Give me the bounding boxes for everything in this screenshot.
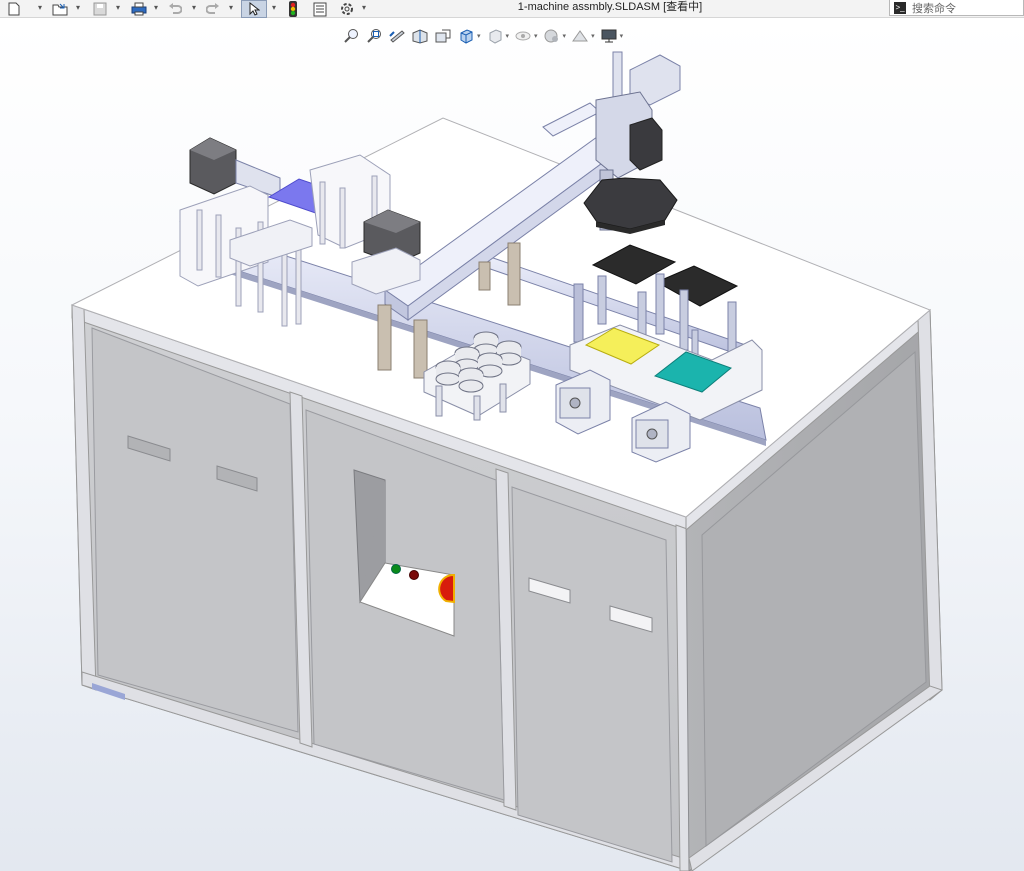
green-indicator-light (391, 564, 401, 574)
red-indicator-light (409, 570, 419, 580)
robot-z-axis-head (583, 51, 681, 234)
machine-assembly-model[interactable] (0, 0, 1024, 871)
